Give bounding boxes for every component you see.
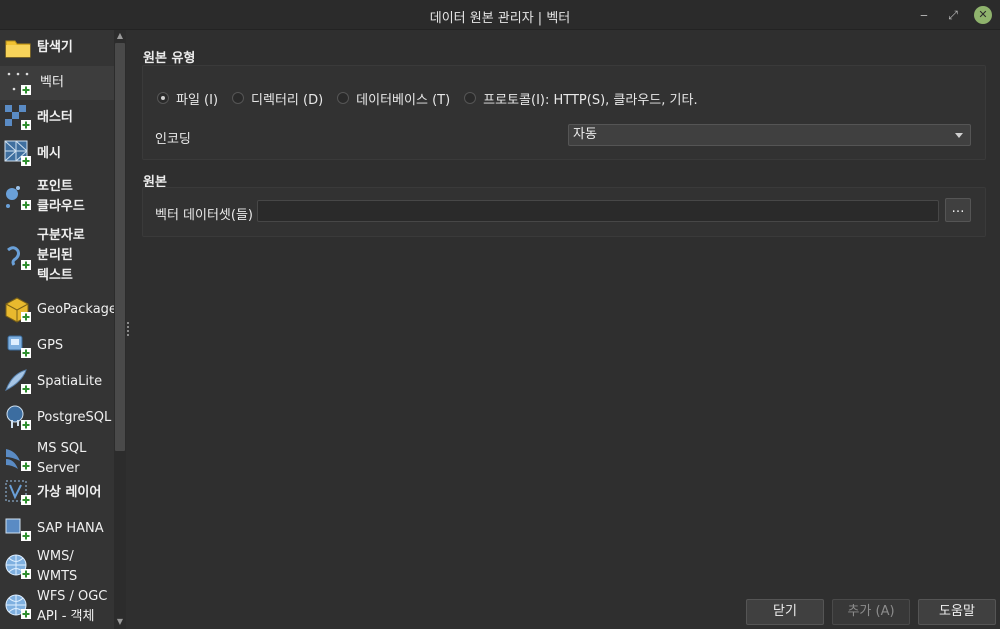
delimited-text-icon: [7, 246, 31, 270]
sidebar-item-label: 가상 레이어: [37, 485, 102, 500]
sidebar-item-sap-hana[interactable]: SAP HANA: [0, 511, 114, 547]
radio-label: 디렉터리 (D): [251, 92, 324, 108]
sidebar-item-mesh[interactable]: 메시: [0, 136, 114, 172]
radio-label: 데이터베이스 (T): [356, 92, 451, 108]
source-type-group: 파일 (I) 디렉터리 (D) 데이터베이스 (T) 프로토콜(I): HTTP…: [142, 65, 986, 160]
help-button[interactable]: 도움말: [918, 599, 996, 625]
virtual-layer-icon: [5, 480, 31, 505]
raster-icon: [5, 105, 31, 130]
radio-directory[interactable]: 디렉터리 (D): [232, 89, 323, 108]
sidebar-item-label: 래스터: [37, 110, 73, 125]
wfs-icon: [5, 594, 31, 619]
sidebar-item-wfs[interactable]: WFS / OGC API - 객체: [0, 587, 114, 629]
radio-indicator[interactable]: [232, 92, 245, 104]
point-cloud-icon: [6, 186, 31, 210]
provider-sidebar: 탐색기 벡터 래스터 메시 포인트 클라우드 구분자로 분리된 텍스트 GeoP…: [0, 30, 114, 629]
close-button[interactable]: 닫기: [746, 599, 824, 625]
geopackage-icon: [5, 297, 31, 323]
sidebar-item-label: SAP HANA: [37, 521, 104, 536]
encoding-combobox[interactable]: 자동: [568, 124, 971, 146]
sidebar-item-label: 구분자로 분리된 텍스트: [37, 228, 85, 283]
radio-label: 파일 (I): [176, 92, 219, 108]
source-type-title: 원본 유형: [143, 51, 196, 66]
folder-icon: [5, 40, 31, 58]
sidebar-item-label: 탐색기: [37, 40, 73, 55]
source-group: 벡터 데이터셋(들) …: [142, 187, 986, 237]
mssql-icon: [6, 449, 31, 471]
window-title: 데이터 원본 관리자 | 벡터: [429, 11, 571, 26]
sidebar-scrollbar[interactable]: ▲ ▼: [114, 30, 126, 629]
encoding-label: 인코딩: [155, 132, 191, 147]
encoding-value: 자동: [573, 127, 597, 142]
radio-indicator[interactable]: [157, 92, 169, 104]
close-window-button[interactable]: ✕: [974, 6, 992, 24]
radio-label: 프로토콜(I): HTTP(S), 클라우드, 기타.: [483, 92, 698, 108]
window-titlebar: 데이터 원본 관리자 | 벡터 ‒ ⤢ ✕: [0, 0, 1000, 30]
spatialite-icon: [5, 369, 31, 394]
postgresql-icon: [6, 405, 31, 430]
sidebar-item-label: WFS / OGC API - 객체: [37, 589, 108, 624]
sidebar-item-vector[interactable]: 벡터: [0, 66, 114, 100]
sidebar-item-geopackage[interactable]: GeoPackage: [0, 292, 114, 328]
sidebar-item-postgresql[interactable]: PostgreSQL: [0, 400, 114, 436]
sidebar-item-label: 메시: [37, 146, 61, 161]
radio-indicator[interactable]: [464, 92, 477, 104]
sidebar-item-label: 포인트 클라우드: [37, 179, 85, 214]
scroll-down-arrow-icon[interactable]: ▼: [116, 618, 124, 626]
gps-icon: [7, 335, 31, 358]
sidebar-item-browser[interactable]: 탐색기: [0, 30, 114, 66]
sidebar-item-virtual-layer[interactable]: 가상 레이어: [0, 475, 114, 511]
add-button[interactable]: 추가 (A): [832, 599, 910, 625]
sidebar-item-delimited-text[interactable]: 구분자로 분리된 텍스트: [0, 222, 114, 292]
sidebar-item-raster[interactable]: 래스터: [0, 100, 114, 136]
main-panel: 원본 유형 파일 (I) 디렉터리 (D) 데이터베이스 (T) 프로토콜(I)…: [130, 30, 1000, 629]
radio-protocol[interactable]: 프로토콜(I): HTTP(S), 클라우드, 기타.: [464, 89, 698, 108]
chevron-down-icon: [955, 133, 963, 138]
sidebar-item-label: GeoPackage: [37, 302, 114, 317]
scrollbar-thumb[interactable]: [115, 43, 125, 451]
sidebar-item-label: WMS/ WMTS: [37, 549, 78, 584]
sap-hana-icon: [5, 518, 31, 541]
sidebar-item-label: GPS: [37, 338, 64, 353]
sidebar-item-gps[interactable]: GPS: [0, 328, 114, 364]
minimize-button[interactable]: ‒: [915, 6, 933, 24]
sidebar-item-label: SpatiaLite: [37, 374, 103, 389]
vector-dataset-input[interactable]: [257, 200, 939, 222]
vector-icon: [7, 72, 31, 95]
sidebar-item-point-cloud[interactable]: 포인트 클라우드: [0, 172, 114, 222]
radio-database[interactable]: 데이터베이스 (T): [337, 89, 450, 108]
sidebar-item-label: 벡터: [40, 75, 64, 90]
sidebar-item-wms[interactable]: WMS/ WMTS: [0, 547, 114, 587]
sidebar-item-spatialite[interactable]: SpatiaLite: [0, 364, 114, 400]
restore-button[interactable]: ⤢: [944, 6, 962, 24]
wms-icon: [5, 554, 31, 579]
source-type-radio-row: 파일 (I) 디렉터리 (D) 데이터베이스 (T) 프로토콜(I): HTTP…: [157, 88, 712, 108]
radio-file[interactable]: 파일 (I): [157, 89, 218, 108]
sidebar-item-label: MS SQL Server: [37, 441, 87, 476]
scroll-up-arrow-icon[interactable]: ▲: [116, 32, 124, 40]
mesh-icon: [4, 140, 31, 166]
browse-button[interactable]: …: [945, 198, 971, 222]
vector-dataset-label: 벡터 데이터셋(들): [155, 208, 253, 223]
radio-indicator[interactable]: [337, 92, 350, 104]
sidebar-item-label: PostgreSQL: [37, 410, 112, 425]
